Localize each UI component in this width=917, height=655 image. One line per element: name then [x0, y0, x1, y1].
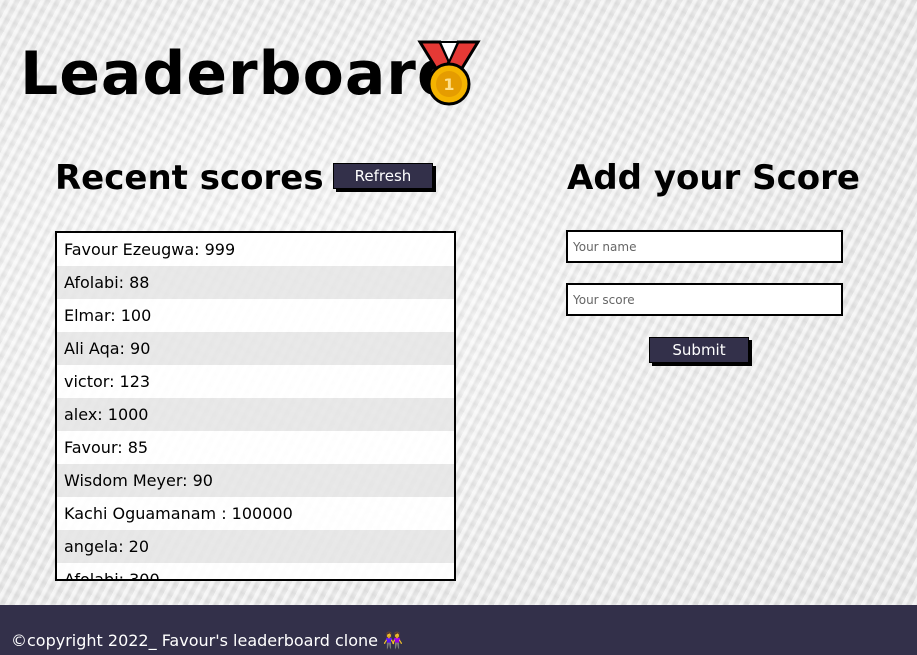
score-item: alex: 1000 — [57, 398, 454, 431]
score-item: Kachi Oguamanam : 100000 — [57, 497, 454, 530]
name-input[interactable] — [566, 230, 843, 263]
score-input[interactable] — [566, 283, 843, 316]
refresh-button[interactable]: Refresh — [333, 163, 433, 189]
add-score-heading: Add your Score — [567, 158, 860, 198]
score-item: Favour: 85 — [57, 431, 454, 464]
page-title: Leaderboard — [20, 39, 461, 109]
score-item: Afolabi: 300 — [57, 563, 454, 579]
medal-icon: 1 — [417, 40, 481, 106]
submit-button[interactable]: Submit — [649, 337, 749, 363]
score-item: Afolabi: 88 — [57, 266, 454, 299]
score-item: Wisdom Meyer: 90 — [57, 464, 454, 497]
score-item: victor: 123 — [57, 365, 454, 398]
score-item: Elmar: 100 — [57, 299, 454, 332]
score-item: Ali Aqa: 90 — [57, 332, 454, 365]
footer-copyright: ©copyright 2022_ Favour's leaderboard cl… — [11, 631, 404, 650]
score-item: angela: 20 — [57, 530, 454, 563]
footer: ©copyright 2022_ Favour's leaderboard cl… — [0, 605, 917, 655]
recent-scores-heading: Recent scores — [55, 158, 324, 198]
svg-text:1: 1 — [443, 75, 454, 94]
score-item: Favour Ezeugwa: 999 — [57, 233, 454, 266]
scores-list[interactable]: Favour Ezeugwa: 999 Afolabi: 88 Elmar: 100… — [55, 231, 456, 581]
